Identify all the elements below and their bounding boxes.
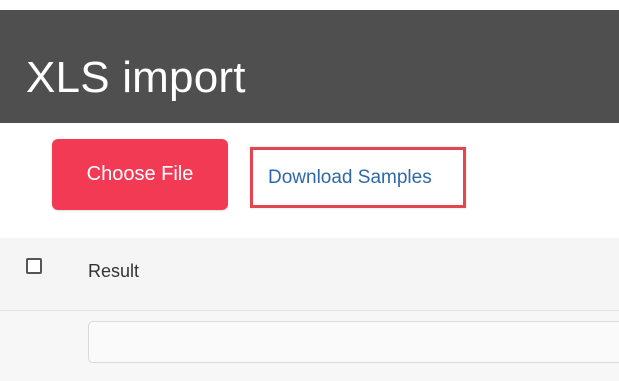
page-title: XLS import xyxy=(26,53,246,102)
result-input[interactable] xyxy=(88,321,619,363)
page-header: XLS import xyxy=(0,10,619,123)
download-samples-link[interactable]: Download Samples xyxy=(268,166,432,190)
top-strip xyxy=(0,0,619,10)
column-header-result: Result xyxy=(88,261,140,281)
select-all-checkbox[interactable] xyxy=(26,258,42,274)
choose-file-button[interactable]: Choose File xyxy=(52,139,228,210)
